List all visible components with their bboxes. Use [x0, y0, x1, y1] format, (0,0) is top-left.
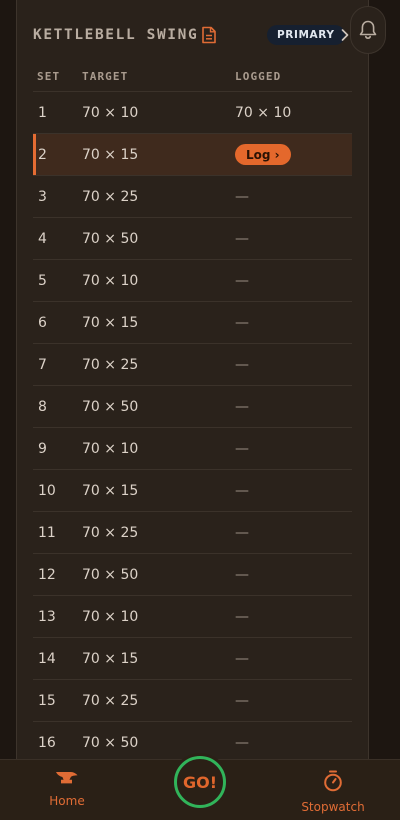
set-logged: — [235, 440, 249, 457]
bell-icon [359, 20, 377, 39]
notes-icon[interactable] [201, 26, 217, 44]
table-row[interactable]: 7 70 × 25 — [33, 344, 352, 386]
exercise-header: KETTLEBELL SWING PRIMARY [33, 20, 353, 50]
table-row[interactable]: 3 70 × 25 — [33, 176, 352, 218]
set-target: 70 × 25 [82, 692, 139, 709]
exercise-title: KETTLEBELL SWING [33, 27, 199, 43]
set-number: 7 [38, 356, 47, 373]
set-target: 70 × 50 [82, 566, 139, 583]
set-target: 70 × 50 [82, 230, 139, 247]
set-target: 70 × 15 [82, 650, 139, 667]
primary-badge: PRIMARY [267, 25, 345, 45]
set-target: 70 × 10 [82, 104, 139, 121]
table-row[interactable]: 13 70 × 10 — [33, 596, 352, 638]
set-number: 9 [38, 440, 47, 457]
table-row[interactable]: 15 70 × 25 — [33, 680, 352, 722]
nav-home-label: Home [49, 794, 85, 808]
table-row[interactable]: 10 70 × 15 — [33, 470, 352, 512]
set-number: 16 [38, 734, 56, 751]
table-row[interactable]: 12 70 × 50 — [33, 554, 352, 596]
set-logged: — [235, 566, 249, 583]
set-target: 70 × 15 [82, 314, 139, 331]
set-logged-cell: Log › [235, 144, 352, 165]
table-body: 1 70 × 10 70 × 10 2 70 × 15 Log › 3 70 × 25 — 4 70… [33, 92, 352, 764]
table-row[interactable]: 11 70 × 25 — [33, 512, 352, 554]
go-button-label: GO! [182, 772, 218, 792]
set-logged: — [235, 356, 249, 373]
set-target: 70 × 10 [82, 440, 139, 457]
set-number: 12 [38, 566, 56, 583]
table-row[interactable]: 1 70 × 10 70 × 10 [33, 92, 352, 134]
set-logged: — [235, 608, 249, 625]
table-row[interactable]: 6 70 × 15 — [33, 302, 352, 344]
set-logged: — [235, 230, 249, 247]
set-target: 70 × 10 [82, 608, 139, 625]
set-target: 70 × 25 [82, 188, 139, 205]
set-number: 1 [38, 104, 47, 121]
table-header: SET TARGET LOGGED [33, 62, 352, 92]
header-target: TARGET [82, 70, 129, 83]
stopwatch-icon [324, 770, 342, 792]
set-number: 5 [38, 272, 47, 289]
set-logged: — [235, 398, 249, 415]
set-target: 70 × 15 [82, 146, 139, 163]
log-set-button[interactable]: Log › [235, 144, 291, 165]
set-target: 70 × 50 [82, 734, 139, 751]
anvil-icon [56, 772, 78, 784]
set-number: 10 [38, 482, 56, 499]
nav-home[interactable]: Home [44, 770, 90, 808]
set-logged: — [235, 650, 249, 667]
set-number: 3 [38, 188, 47, 205]
set-number: 14 [38, 650, 56, 667]
set-logged: — [235, 734, 249, 751]
set-logged: — [235, 482, 249, 499]
table-row[interactable]: 5 70 × 10 — [33, 260, 352, 302]
set-number: 11 [38, 524, 56, 541]
set-number: 15 [38, 692, 56, 709]
set-logged: — [235, 692, 249, 709]
go-button[interactable]: GO! [174, 756, 226, 808]
set-logged: — [235, 524, 249, 541]
table-row[interactable]: 9 70 × 10 — [33, 428, 352, 470]
sets-table: SET TARGET LOGGED 1 70 × 10 70 × 10 2 70 × 1… [33, 62, 352, 764]
set-target: 70 × 15 [82, 482, 139, 499]
table-row[interactable]: 2 70 × 15 Log › [33, 134, 352, 176]
table-row[interactable]: 14 70 × 15 — [33, 638, 352, 680]
set-logged: — [235, 188, 249, 205]
set-target: 70 × 25 [82, 356, 139, 373]
table-row[interactable]: 4 70 × 50 — [33, 218, 352, 260]
set-target: 70 × 10 [82, 272, 139, 289]
set-number: 6 [38, 314, 47, 331]
set-number: 8 [38, 398, 47, 415]
set-number: 13 [38, 608, 56, 625]
nav-stopwatch-label: Stopwatch [301, 800, 365, 814]
set-logged: — [235, 272, 249, 289]
header-set: SET [37, 70, 61, 83]
nav-stopwatch[interactable]: Stopwatch [297, 770, 369, 814]
set-logged: 70 × 10 [235, 104, 292, 121]
set-target: 70 × 25 [82, 524, 139, 541]
set-target: 70 × 50 [82, 398, 139, 415]
set-logged: — [235, 314, 249, 331]
set-number: 4 [38, 230, 47, 247]
notifications-button[interactable] [350, 6, 386, 54]
set-number: 2 [38, 146, 47, 163]
table-row[interactable]: 8 70 × 50 — [33, 386, 352, 428]
app-root: KETTLEBELL SWING PRIMARY SET TARGET LOGG… [0, 0, 400, 820]
header-logged: LOGGED [235, 70, 282, 83]
